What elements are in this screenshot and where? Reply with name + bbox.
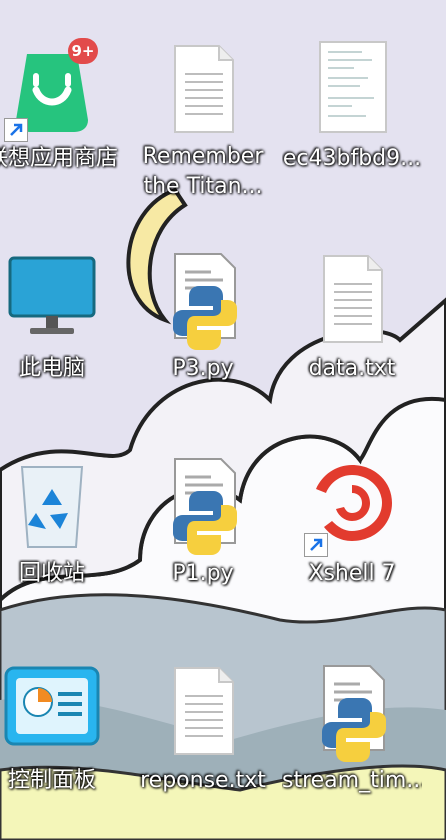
image-document-thumbnail-icon [302, 40, 402, 140]
recycle-bin-icon [2, 455, 102, 555]
icon-label: ec43bfbd9... [282, 146, 422, 171]
desktop-icon-xshell-7[interactable]: Xshell 7 [282, 455, 422, 589]
xshell-icon [302, 455, 402, 557]
desktop-icon-ec43bfbd9[interactable]: ec43bfbd9... [282, 40, 422, 174]
python-file-icon [153, 250, 253, 350]
python-file-icon [153, 455, 253, 555]
notification-badge: 9+ [68, 38, 98, 64]
icon-label: 回收站 [18, 561, 85, 586]
shortcut-arrow-icon [304, 533, 328, 557]
desktop-icon-data-txt[interactable]: data.txt [282, 250, 422, 384]
icon-label-line-2: the Titan... [143, 174, 263, 199]
shortcut-arrow-icon [4, 118, 28, 142]
desktop-icon-lenovo-app-store[interactable]: 9+ 联想应用商店 [0, 38, 122, 174]
text-document-icon [153, 662, 253, 762]
icon-label: data.txt [308, 356, 396, 381]
text-document-icon [302, 250, 402, 350]
desktop-icon-reponse-txt[interactable]: reponse.txt [133, 662, 273, 796]
desktop-icon-p1-py[interactable]: P1.py [133, 455, 273, 589]
desktop-icon-remember-the-titans[interactable]: Remember the Titan... [133, 40, 273, 202]
desktop-icon-control-panel[interactable]: 控制面板 [0, 662, 122, 796]
icon-label: P3.py [172, 356, 234, 381]
icon-label: Xshell 7 [308, 561, 396, 586]
lenovo-store-icon: 9+ [2, 38, 102, 142]
text-document-icon [153, 40, 253, 140]
icon-label: 控制面板 [7, 768, 96, 793]
desktop-icon-stream-tim[interactable]: stream_tim... [282, 662, 422, 796]
icon-label: reponse.txt [140, 768, 266, 793]
icon-label-line-1: Remember [142, 144, 264, 169]
desktop-icon-p3-py[interactable]: P3.py [133, 250, 273, 384]
icon-label: 联想应用商店 [0, 146, 118, 171]
icon-label: stream_tim... [282, 768, 422, 793]
monitor-icon [2, 250, 102, 350]
icon-label: P1.py [172, 561, 234, 586]
python-file-icon [302, 662, 402, 762]
control-panel-icon [2, 662, 102, 762]
desktop-icon-this-pc[interactable]: 此电脑 [0, 250, 122, 384]
icon-label: 此电脑 [18, 356, 85, 381]
desktop-icon-recycle-bin[interactable]: 回收站 [0, 455, 122, 589]
